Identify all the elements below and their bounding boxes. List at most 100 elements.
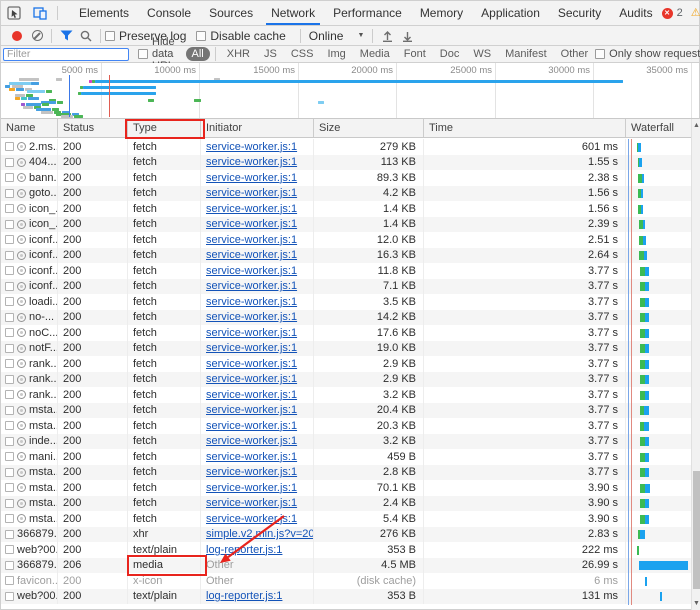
record-button[interactable]	[7, 27, 27, 45]
row-checkbox[interactable]	[5, 173, 14, 182]
table-row[interactable]: icon_...200fetchservice-worker.js:11.4 K…	[1, 201, 699, 217]
initiator-link[interactable]: service-worker.js:1	[206, 389, 297, 401]
row-checkbox[interactable]	[5, 390, 14, 399]
tab-memory[interactable]: Memory	[411, 1, 472, 25]
tab-elements[interactable]: Elements	[70, 1, 138, 25]
column-header-initiator[interactable]: Initiator	[201, 119, 314, 137]
table-row[interactable]: bann...200fetchservice-worker.js:189.3 K…	[1, 170, 699, 186]
filter-pill-other[interactable]: Other	[555, 47, 595, 61]
tab-sources[interactable]: Sources	[200, 1, 262, 25]
row-checkbox[interactable]	[5, 235, 14, 244]
row-checkbox[interactable]	[5, 561, 14, 570]
hide-data-urls-checkbox[interactable]	[138, 49, 148, 59]
filter-toggle-button[interactable]	[56, 27, 76, 45]
table-row[interactable]: favicon....200x-iconOther(disk cache)6 m…	[1, 573, 699, 589]
initiator-link[interactable]: log-reporter.js:1	[206, 590, 282, 602]
row-checkbox[interactable]	[5, 204, 14, 213]
table-row[interactable]: msta...200fetchservice-worker.js:15.4 KB…	[1, 511, 699, 527]
scrollbar-thumb[interactable]	[693, 471, 700, 589]
row-checkbox[interactable]	[5, 437, 14, 446]
table-row[interactable]: rank...200fetchservice-worker.js:12.9 KB…	[1, 356, 699, 372]
row-checkbox[interactable]	[5, 297, 14, 306]
table-row[interactable]: iconf...200fetchservice-worker.js:111.8 …	[1, 263, 699, 279]
initiator-link[interactable]: service-worker.js:1	[206, 435, 297, 447]
preserve-log-checkbox[interactable]	[105, 31, 115, 41]
row-checkbox[interactable]	[5, 421, 14, 430]
initiator-link[interactable]: service-worker.js:1	[206, 265, 297, 277]
row-checkbox[interactable]	[5, 313, 14, 322]
table-row[interactable]: iconf...200fetchservice-worker.js:112.0 …	[1, 232, 699, 248]
disable-cache-checkbox[interactable]	[196, 31, 206, 41]
row-checkbox[interactable]	[5, 375, 14, 384]
filter-pill-media[interactable]: Media	[354, 47, 396, 61]
tab-network[interactable]: Network	[262, 1, 324, 25]
row-checkbox[interactable]	[5, 266, 14, 275]
table-row[interactable]: 2.ms...200fetchservice-worker.js:1279 KB…	[1, 139, 699, 155]
initiator-link[interactable]: service-worker.js:1	[206, 342, 297, 354]
export-har-button[interactable]	[397, 27, 417, 45]
initiator-link[interactable]: service-worker.js:1	[206, 296, 297, 308]
column-header-waterfall[interactable]: Waterfall	[626, 119, 691, 137]
row-checkbox[interactable]	[5, 545, 14, 554]
column-header-status[interactable]: Status	[58, 119, 128, 137]
filter-pill-font[interactable]: Font	[398, 47, 432, 61]
column-header-time[interactable]: Time	[424, 119, 626, 137]
vertical-scrollbar[interactable]: ▲ ▼	[691, 119, 700, 610]
row-checkbox[interactable]	[5, 142, 14, 151]
device-toolbar-icon[interactable]	[27, 1, 53, 25]
table-row[interactable]: inde...200fetchservice-worker.js:13.2 KB…	[1, 434, 699, 450]
filter-pill-img[interactable]: Img	[321, 47, 351, 61]
tab-application[interactable]: Application	[472, 1, 549, 25]
filter-input[interactable]	[3, 48, 129, 61]
initiator-link[interactable]: service-worker.js:1	[206, 280, 297, 292]
row-checkbox[interactable]	[5, 576, 14, 585]
row-checkbox[interactable]	[5, 189, 14, 198]
initiator-link[interactable]: service-worker.js:1	[206, 482, 297, 494]
filter-pill-manifest[interactable]: Manifest	[499, 47, 553, 61]
row-checkbox[interactable]	[5, 406, 14, 415]
row-checkbox[interactable]	[5, 592, 14, 601]
search-button[interactable]	[76, 27, 96, 45]
table-row[interactable]: notF...200fetchservice-worker.js:119.0 K…	[1, 341, 699, 357]
timeline-overview[interactable]: 5000 ms10000 ms15000 ms20000 ms25000 ms3…	[1, 63, 699, 119]
tab-console[interactable]: Console	[138, 1, 200, 25]
tab-performance[interactable]: Performance	[324, 1, 411, 25]
throttling-dropdown[interactable]: Online ▼	[305, 29, 369, 43]
column-header-name[interactable]: Name	[1, 119, 58, 137]
initiator-link[interactable]: service-worker.js:1	[206, 203, 297, 215]
table-row[interactable]: web?00...200text/plainlog-reporter.js:13…	[1, 542, 699, 558]
initiator-link[interactable]: service-worker.js:1	[206, 420, 297, 432]
import-har-button[interactable]	[377, 27, 397, 45]
table-row[interactable]: icon_...200fetchservice-worker.js:11.4 K…	[1, 217, 699, 233]
samesite-checkbox[interactable]	[595, 49, 605, 59]
table-row[interactable]: 404....200fetchservice-worker.js:1113 KB…	[1, 155, 699, 171]
scroll-up-icon[interactable]: ▲	[692, 122, 700, 129]
initiator-link[interactable]: service-worker.js:1	[206, 172, 297, 184]
initiator-link[interactable]: service-worker.js:1	[206, 156, 297, 168]
error-icon[interactable]: ✕	[662, 8, 673, 19]
initiator-link[interactable]: service-worker.js:1	[206, 234, 297, 246]
row-checkbox[interactable]	[5, 328, 14, 337]
table-row[interactable]: web?00...200text/plainlog-reporter.js:13…	[1, 589, 699, 605]
row-checkbox[interactable]	[5, 452, 14, 461]
initiator-link[interactable]: service-worker.js:1	[206, 373, 297, 385]
table-row[interactable]: msta...200fetchservice-worker.js:120.4 K…	[1, 403, 699, 419]
tab-audits[interactable]: Audits	[610, 1, 661, 25]
row-checkbox[interactable]	[5, 158, 14, 167]
table-row[interactable]: no-...200fetchservice-worker.js:114.2 KB…	[1, 310, 699, 326]
table-row[interactable]: iconf...200fetchservice-worker.js:17.1 K…	[1, 279, 699, 295]
table-row[interactable]: loadi...200fetchservice-worker.js:13.5 K…	[1, 294, 699, 310]
table-row[interactable]: mani...200fetchservice-worker.js:1459 B3…	[1, 449, 699, 465]
initiator-link[interactable]: service-worker.js:1	[206, 358, 297, 370]
filter-pill-xhr[interactable]: XHR	[221, 47, 256, 61]
initiator-link[interactable]: service-worker.js:1	[206, 311, 297, 323]
row-checkbox[interactable]	[5, 530, 14, 539]
table-row[interactable]: 366879...200xhrsimple.v2.min.js?v=20190.…	[1, 527, 699, 543]
initiator-link[interactable]: service-worker.js:1	[206, 451, 297, 463]
row-checkbox[interactable]	[5, 499, 14, 508]
row-checkbox[interactable]	[5, 282, 14, 291]
row-checkbox[interactable]	[5, 359, 14, 368]
initiator-link[interactable]: service-worker.js:1	[206, 218, 297, 230]
filter-pill-all[interactable]: All	[186, 47, 210, 61]
warning-icon[interactable]: ⚠	[691, 8, 700, 19]
